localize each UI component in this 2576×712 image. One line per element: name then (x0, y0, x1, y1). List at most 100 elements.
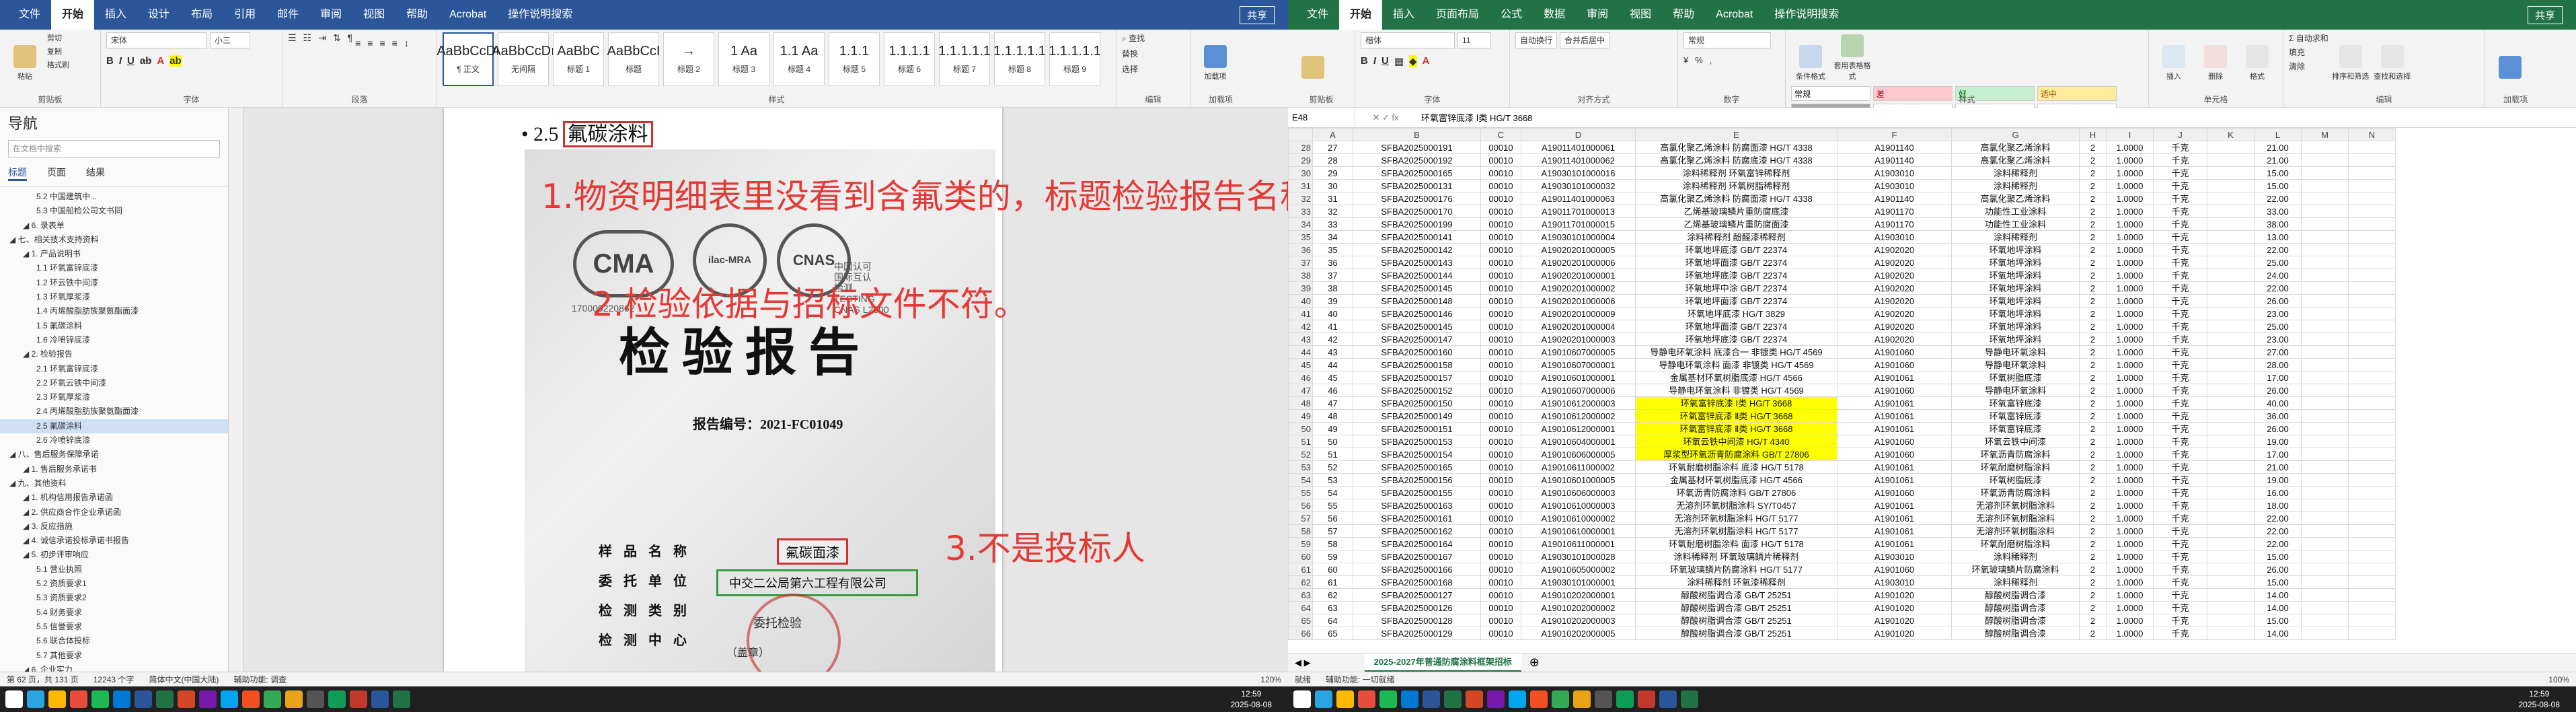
nav-item[interactable]: 1.5 氟碳涂料 (0, 319, 228, 333)
cell[interactable]: 17.00 (2254, 448, 2302, 461)
column-header[interactable]: N (2348, 128, 2396, 141)
column-header[interactable]: K (2207, 128, 2255, 141)
cell[interactable]: 环氧富锌底漆 (1951, 422, 2080, 435)
cell[interactable]: A1901061 (1837, 511, 1952, 525)
cell[interactable]: 2 (2079, 153, 2107, 167)
font-color-icon[interactable]: A (157, 55, 164, 67)
cell[interactable] (2348, 332, 2396, 346)
row-header[interactable]: 29 (1288, 153, 1313, 167)
sheet-nav-icon[interactable]: ◀ ▶ (1295, 657, 1311, 668)
cell[interactable]: A1901061 (1837, 460, 1952, 474)
cell[interactable]: 00010 (1480, 332, 1521, 346)
cell[interactable]: 43 (1312, 345, 1353, 359)
cell[interactable] (2207, 358, 2255, 371)
cell[interactable] (2348, 460, 2396, 474)
cell[interactable]: 厚浆型环氧沥青防腐涂料 GB/T 27806 (1635, 448, 1838, 461)
cell[interactable]: 36.00 (2254, 409, 2302, 423)
cell[interactable]: 千克 (2153, 422, 2207, 435)
nav-item[interactable]: ◢ 八、售后服务保障承诺 (0, 448, 228, 462)
cell[interactable]: 2 (2079, 345, 2107, 359)
bold-button[interactable]: B (1361, 55, 1368, 67)
cell[interactable]: A19010202000003 (1521, 614, 1636, 627)
cell[interactable]: 醇酸树脂调合漆 (1951, 614, 2080, 627)
bullets-icon[interactable]: ☰ (288, 32, 297, 48)
cell[interactable]: A1902020 (1837, 332, 1952, 346)
cell[interactable]: 1.0000 (2106, 448, 2154, 461)
cell[interactable]: 56 (1312, 511, 1353, 525)
cell[interactable]: 00010 (1480, 614, 1521, 627)
ribbon-tab[interactable]: 操作说明搜索 (1764, 0, 1850, 30)
cell[interactable]: SFBA2025000144 (1353, 269, 1481, 282)
row-header[interactable]: 53 (1288, 460, 1313, 474)
cell[interactable] (2348, 614, 2396, 627)
row-header[interactable]: 48 (1288, 396, 1313, 410)
cell[interactable]: SFBA2025000127 (1353, 588, 1481, 602)
cell[interactable]: A1901060 (1837, 358, 1952, 371)
cell[interactable]: A19020201000005 (1521, 243, 1636, 256)
name-box[interactable]: E48 (1288, 108, 1355, 127)
cell[interactable]: 2 (2079, 217, 2107, 231)
cell[interactable]: A19010202000005 (1521, 627, 1636, 640)
cell[interactable]: 00010 (1480, 460, 1521, 474)
cell[interactable] (2207, 332, 2255, 346)
number-format-select[interactable]: 常规 (1683, 32, 1771, 48)
cell[interactable]: 千克 (2153, 358, 2207, 371)
app-icon[interactable] (242, 690, 260, 708)
borders-icon[interactable]: ▦ (1394, 55, 1404, 67)
row-header[interactable]: 34 (1288, 217, 1313, 231)
nav-item[interactable]: 5.5 信誉要求 (0, 620, 228, 634)
cell[interactable]: SFBA2025000145 (1353, 281, 1481, 295)
cell[interactable] (2301, 486, 2349, 499)
addins-button[interactable]: 加载项 (1196, 32, 1235, 83)
cell[interactable]: 1.0000 (2106, 537, 2154, 550)
cell[interactable]: SFBA2025000151 (1353, 422, 1481, 435)
cell[interactable] (2207, 153, 2255, 167)
cell[interactable]: A1901020 (1837, 627, 1952, 640)
cell[interactable] (2207, 524, 2255, 538)
style-item[interactable]: 1.1.1.1.1 标题 7 (938, 32, 991, 86)
cell[interactable]: 64 (1312, 614, 1353, 627)
cell[interactable]: 千克 (2153, 345, 2207, 359)
cell[interactable]: 环氧地坪涂料 (1951, 294, 2080, 308)
cell[interactable]: 00010 (1480, 499, 1521, 512)
row-header[interactable]: 52 (1288, 448, 1313, 461)
app-icon[interactable] (1595, 690, 1612, 708)
cell[interactable]: 21.00 (2254, 153, 2302, 167)
cell[interactable] (2301, 243, 2349, 256)
cell[interactable]: 千克 (2153, 448, 2207, 461)
ribbon-tab[interactable]: 帮助 (395, 0, 439, 30)
cell[interactable]: A19010612000001 (1521, 422, 1636, 435)
column-header[interactable] (1288, 128, 1313, 141)
cell[interactable]: 千克 (2153, 627, 2207, 640)
row-header[interactable]: 66 (1288, 627, 1313, 640)
cell[interactable]: 1.0000 (2106, 396, 2154, 410)
align-center-icon[interactable]: ≡ (367, 38, 373, 48)
column-header[interactable]: H (2079, 128, 2107, 141)
cell[interactable]: 00010 (1480, 384, 1521, 397)
cell[interactable]: A19010607000001 (1521, 358, 1636, 371)
cell[interactable] (2301, 537, 2349, 550)
column-header[interactable]: L (2254, 128, 2302, 141)
cell[interactable]: A19020201000009 (1521, 307, 1636, 320)
cell[interactable] (2301, 563, 2349, 576)
cell[interactable]: 千克 (2153, 332, 2207, 346)
cell[interactable] (2207, 371, 2255, 384)
cell[interactable]: 1.0000 (2106, 422, 2154, 435)
cell[interactable]: 65 (1312, 627, 1353, 640)
cell[interactable]: 2 (2079, 448, 2107, 461)
cell[interactable]: 千克 (2153, 473, 2207, 487)
cell[interactable] (2301, 601, 2349, 614)
cell[interactable]: 醇酸树脂调合漆 GB/T 25251 (1635, 627, 1838, 640)
cell[interactable]: SFBA2025000162 (1353, 524, 1481, 538)
row-header[interactable]: 38 (1288, 269, 1313, 282)
nav-item[interactable]: 5.6 联合体投标 (0, 634, 228, 648)
cell[interactable]: 1.0000 (2106, 320, 2154, 333)
column-header[interactable]: M (2301, 128, 2349, 141)
row-header[interactable]: 44 (1288, 345, 1313, 359)
cell[interactable] (2301, 281, 2349, 295)
cell[interactable]: SFBA2025000145 (1353, 320, 1481, 333)
nav-tab[interactable]: 页面 (47, 166, 66, 181)
cell[interactable]: A19010611000001 (1521, 537, 1636, 550)
cell[interactable]: SFBA2025000143 (1353, 256, 1481, 269)
cell[interactable]: SFBA2025000149 (1353, 409, 1481, 423)
